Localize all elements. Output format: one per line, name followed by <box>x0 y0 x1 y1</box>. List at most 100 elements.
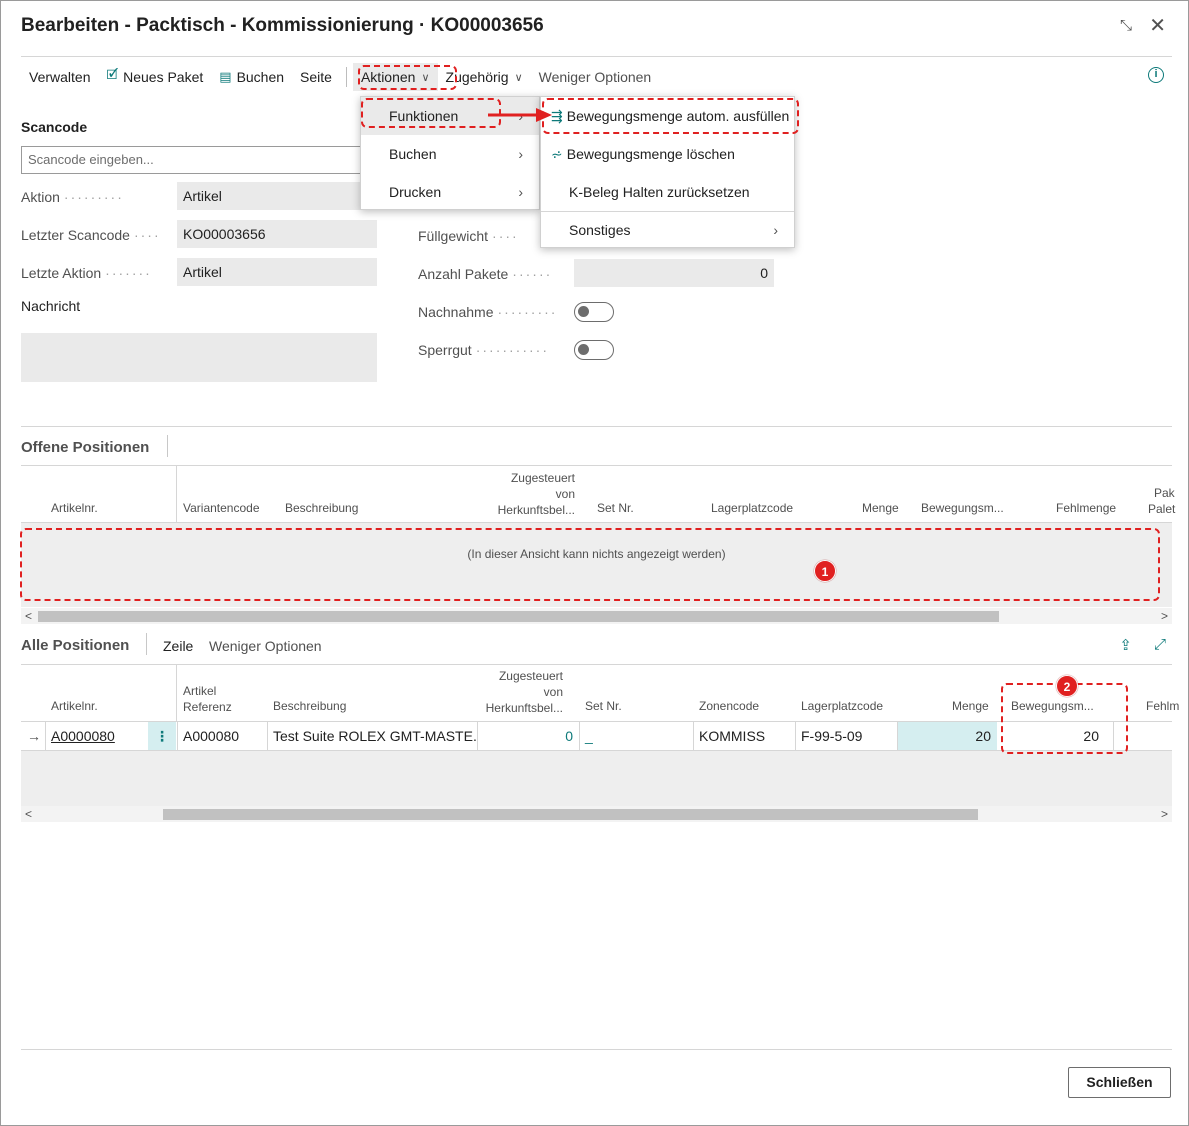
zeile-menu-button[interactable]: Zeile <box>163 638 193 654</box>
zonencode-cell[interactable]: KOMMISS <box>693 722 795 750</box>
menu-item-drucken[interactable]: Drucken › <box>361 173 539 211</box>
col-bewegungsmenge[interactable]: Bewegungsm... <box>921 500 1004 516</box>
col-beschreibung[interactable]: Beschreibung <box>273 698 346 714</box>
col-artikelnr[interactable]: Artikelnr. <box>51 698 98 714</box>
share-icon[interactable]: ⇪ <box>1119 636 1132 654</box>
anzahl-pakete-label: Anzahl Pakete ······ <box>418 266 553 282</box>
weniger-optionen-link[interactable]: Weniger Optionen <box>209 638 322 654</box>
horizontal-scrollbar[interactable]: < > <box>21 608 1172 624</box>
lagerplatzcode-cell[interactable]: F-99-5-09 <box>795 722 897 750</box>
scroll-left-icon[interactable]: < <box>25 806 32 822</box>
menu-item-buchen[interactable]: Buchen › <box>361 135 539 173</box>
scroll-right-icon[interactable]: > <box>1161 806 1168 822</box>
col-zugesteuert[interactable]: Zugesteuert von Herkunftsbel... <box>479 668 563 716</box>
col-lagerplatzcode[interactable]: Lagerplatzcode <box>801 698 883 714</box>
letzte-aktion-label: Letzte Aktion ······· <box>21 265 152 281</box>
seite-button[interactable]: Seite <box>292 63 340 91</box>
alle-positionen-title: Alle Positionen <box>21 637 130 654</box>
zugesteuert-cell[interactable]: 0 <box>477 722 579 750</box>
info-icon[interactable]: i <box>1148 67 1164 83</box>
expand-icon[interactable]: ⤢ <box>1154 636 1166 653</box>
artikelnr-link[interactable]: A0000080 <box>45 722 147 750</box>
close-button[interactable]: Schließen <box>1068 1067 1171 1098</box>
col-artikelnr[interactable]: Artikelnr. <box>51 500 98 516</box>
col-beschreibung[interactable]: Beschreibung <box>285 500 358 516</box>
col-palette[interactable]: Palet <box>1148 501 1175 517</box>
weniger-optionen-button[interactable]: Weniger Optionen <box>531 63 660 91</box>
verwalten-button[interactable]: Verwalten <box>21 63 98 91</box>
menu-item-k-beleg-halten[interactable]: K-Beleg Halten zurücksetzen <box>541 173 794 211</box>
sperrgut-toggle[interactable] <box>574 340 614 360</box>
col-zugesteuert[interactable]: Zugesteuert von Herkunftsbel... <box>491 470 575 518</box>
scancode-placeholder: Scancode eingeben... <box>28 152 154 167</box>
dialog-window: Bearbeiten - Packtisch - Kommissionierun… <box>0 0 1189 1126</box>
col-artikel-referenz[interactable]: Artikel Referenz <box>183 683 232 715</box>
horizontal-scrollbar[interactable]: < > <box>21 806 1172 822</box>
buchen-button[interactable]: ▤ Buchen <box>211 63 292 91</box>
section-divider <box>21 426 1172 427</box>
nachricht-label: Nachricht <box>21 298 81 314</box>
anzahl-pakete-field: 0 <box>574 259 774 287</box>
verwalten-label: Verwalten <box>29 69 91 85</box>
col-lagerplatzcode[interactable]: Lagerplatzcode <box>711 500 793 516</box>
row-menu-icon[interactable]: ⋮ <box>148 722 176 750</box>
scroll-right-icon[interactable]: > <box>1161 608 1168 624</box>
col-set-nr[interactable]: Set Nr. <box>597 500 634 516</box>
post-icon: ▤ <box>219 69 232 84</box>
letzter-scancode-field: KO00003656 <box>177 220 377 248</box>
menu-item-sonstiges[interactable]: Sonstiges › <box>541 211 794 249</box>
scroll-left-icon[interactable]: < <box>25 608 32 624</box>
set-nr-cell[interactable]: _ <box>579 722 693 750</box>
table-row[interactable]: → A0000080 ⋮ A000080 Test Suite ROLEX GM… <box>21 722 1172 750</box>
row-arrow-icon: → <box>27 728 41 744</box>
scancode-input[interactable]: Scancode eingeben... <box>21 146 366 174</box>
col-menge[interactable]: Menge <box>862 500 899 516</box>
seite-label: Seite <box>300 69 332 85</box>
nachnahme-toggle[interactable] <box>574 302 614 322</box>
col-variantencode[interactable]: Variantencode <box>183 500 260 516</box>
fuellgewicht-label: Füllgewicht ···· <box>418 228 519 244</box>
col-fehlmenge[interactable]: Fehlmenge <box>1056 500 1116 516</box>
beschreibung-cell[interactable]: Test Suite ROLEX GMT-MASTE... <box>267 722 477 750</box>
col-fehlmenge[interactable]: Fehlm <box>1146 698 1179 714</box>
page-title: Bearbeiten - Packtisch - Kommissionierun… <box>21 15 544 36</box>
scancode-heading: Scancode <box>21 119 88 135</box>
menu-item-bewegungsmenge-loeschen[interactable]: ⩫ Bewegungsmenge löschen <box>541 135 794 173</box>
toolbar-separator <box>345 67 347 87</box>
nachnahme-label: Nachnahme ········· <box>418 304 558 320</box>
title-divider <box>21 56 1172 57</box>
chevron-right-icon: › <box>518 146 523 162</box>
close-icon[interactable]: ✕ <box>1149 13 1166 38</box>
aktion-label: Aktion ········· <box>21 189 124 205</box>
scrollbar-thumb[interactable] <box>163 809 978 820</box>
weniger-optionen-label: Weniger Optionen <box>538 69 652 85</box>
buchen-label: Buchen <box>236 69 285 85</box>
referenz-cell[interactable]: A000080 <box>177 722 267 750</box>
col-paket[interactable]: Pak <box>1154 485 1175 501</box>
neues-paket-button[interactable]: 🗹 Neues Paket <box>98 63 211 91</box>
alle-positionen-empty-area <box>21 751 1172 806</box>
menge-cell[interactable]: 20 <box>897 722 997 750</box>
offene-positionen-title: Offene Positionen <box>21 439 150 456</box>
annotation-box-funktionen <box>361 98 501 128</box>
offene-positionen-header: Artikelnr. Variantencode Beschreibung Zu… <box>21 466 1175 522</box>
annotation-box-autofill <box>542 98 799 134</box>
letzte-aktion-field: Artikel <box>177 258 377 286</box>
annotation-badge-1: 1 <box>814 560 836 582</box>
col-menge[interactable]: Menge <box>952 698 989 714</box>
alle-positionen-header: Artikelnr. Artikel Referenz Beschreibung… <box>21 665 1179 721</box>
aktion-field: Artikel <box>177 182 367 210</box>
col-zonencode[interactable]: Zonencode <box>699 698 759 714</box>
collapse-icon[interactable]: ⤡ <box>1120 17 1132 34</box>
clear-icon: ⩫ <box>551 146 563 162</box>
scrollbar-thumb[interactable] <box>38 611 999 622</box>
title-separator <box>167 435 168 457</box>
annotation-arrow <box>488 108 552 122</box>
annotation-box-empty-grid <box>20 528 1160 601</box>
letzter-scancode-label: Letzter Scancode ···· <box>21 227 161 243</box>
footer-divider <box>21 1049 1172 1050</box>
col-set-nr[interactable]: Set Nr. <box>585 698 622 714</box>
neues-paket-label: Neues Paket <box>123 69 204 85</box>
new-package-icon: 🗹 <box>106 67 119 82</box>
annotation-box-aktionen <box>358 65 457 90</box>
